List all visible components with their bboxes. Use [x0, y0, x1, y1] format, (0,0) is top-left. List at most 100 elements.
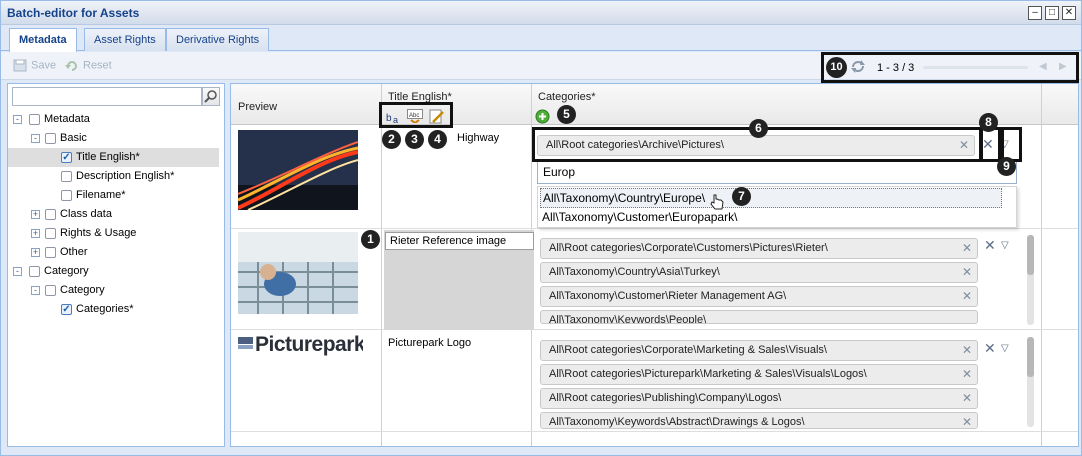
tree-search-input[interactable]: [12, 87, 202, 106]
remove-category-icon[interactable]: ✕: [962, 365, 972, 384]
pager-slider[interactable]: [923, 66, 1028, 69]
save-button[interactable]: Save: [13, 59, 56, 72]
save-icon: [13, 59, 27, 72]
tree-node-rights-usage[interactable]: + Rights & Usage: [8, 224, 219, 243]
category-chip[interactable]: All\Root categories\Publishing\Company\L…: [540, 388, 978, 409]
preview-thumbnail-highway[interactable]: [238, 130, 358, 210]
remove-category-icon[interactable]: ✕: [962, 413, 972, 428]
remove-category-icon[interactable]: ✕: [962, 263, 972, 282]
tree-checkbox[interactable]: [61, 190, 72, 201]
scrollbar-thumb[interactable]: [1027, 337, 1034, 377]
column-divider: [531, 84, 532, 125]
title-cell-row1[interactable]: Highway: [457, 132, 499, 144]
category-chip[interactable]: All\Root categories\Corporate\Marketing …: [540, 340, 978, 361]
window-title: Batch-editor for Assets: [7, 6, 140, 20]
title-input-row2[interactable]: [385, 232, 534, 250]
expand-icon[interactable]: +: [31, 210, 40, 219]
row2-scrollbar[interactable]: [1027, 235, 1034, 325]
reset-button[interactable]: Reset: [65, 59, 112, 72]
callout-2: 2: [382, 130, 401, 149]
suggestion-item[interactable]: All\Taxonomy\Country\Europe\: [540, 188, 1002, 208]
title-tools-highlight: [379, 102, 453, 128]
tree-node-category[interactable]: - Category: [8, 281, 219, 300]
callout-7: 7: [732, 187, 751, 206]
tree-checkbox[interactable]: [61, 171, 72, 182]
category-chip-label: All\Root categories\Publishing\Company\L…: [549, 392, 782, 404]
scrollbar-thumb[interactable]: [1027, 235, 1034, 275]
tree-checkbox[interactable]: [45, 247, 56, 258]
category-chip[interactable]: All\Taxonomy\Customer\Rieter Management …: [540, 286, 978, 307]
tree-node-basic[interactable]: - Basic: [8, 129, 219, 148]
category-chip[interactable]: All\Root categories\Picturepark\Marketin…: [540, 364, 978, 385]
tree-node-other[interactable]: + Other: [8, 243, 219, 262]
pager-prev-icon[interactable]: ◀: [1039, 61, 1047, 72]
category-dropdown-icon[interactable]: ▽: [1001, 240, 1009, 251]
tree-node-filename[interactable]: Filename*: [8, 186, 219, 205]
remove-category-icon[interactable]: ✕: [962, 239, 972, 258]
clear-highlight: [980, 127, 1001, 162]
tree-checkbox[interactable]: [45, 228, 56, 239]
tree-node-label: Class data: [60, 208, 112, 220]
clear-categories-icon[interactable]: ✕: [984, 340, 996, 357]
collapse-icon[interactable]: -: [13, 115, 22, 124]
callout-3: 3: [405, 130, 424, 149]
tab-derivative-rights[interactable]: Derivative Rights: [166, 28, 270, 51]
tree-checkbox[interactable]: [29, 114, 40, 125]
add-category-icon[interactable]: [535, 109, 550, 127]
tree-search-button[interactable]: [202, 87, 220, 106]
tree-checkbox[interactable]: [45, 285, 56, 296]
row-divider: [231, 431, 1078, 432]
collapse-icon[interactable]: -: [31, 134, 40, 143]
callout-8: 8: [979, 113, 998, 132]
row3-scrollbar[interactable]: [1027, 337, 1034, 427]
clear-categories-icon[interactable]: ✕: [984, 237, 996, 254]
picturepark-logo-image[interactable]: Picturepark: [238, 334, 363, 358]
tab-metadata[interactable]: Metadata: [9, 28, 77, 52]
picturepark-logo-text: Picturepark: [255, 334, 363, 356]
suggestion-item[interactable]: All\Taxonomy\Customer\Europapark\: [540, 208, 1002, 228]
expand-icon[interactable]: +: [31, 229, 40, 238]
category-search-input[interactable]: Europ: [537, 161, 1017, 184]
maximize-button[interactable]: □: [1045, 6, 1059, 20]
expand-icon[interactable]: +: [31, 248, 40, 257]
category-chip[interactable]: All\Taxonomy\Keywords\Abstract\Drawings …: [540, 412, 978, 429]
tree-node-category-root[interactable]: - Category: [8, 262, 219, 281]
tree-checkbox[interactable]: [29, 266, 40, 277]
tree-checkbox[interactable]: [45, 209, 56, 220]
remove-category-icon[interactable]: ✕: [962, 389, 972, 408]
reset-icon: [65, 59, 79, 72]
tab-asset-rights[interactable]: Asset Rights: [84, 28, 166, 51]
window-titlebar[interactable]: Batch-editor for Assets – □ ✕: [1, 1, 1081, 25]
collapse-icon[interactable]: -: [13, 267, 22, 276]
category-dropdown-icon[interactable]: ▽: [1001, 343, 1009, 354]
remove-category-icon[interactable]: ✕: [962, 341, 972, 360]
category-chip[interactable]: All\Root categories\Corporate\Customers\…: [540, 238, 978, 259]
tree-node-title-english[interactable]: ✓ Title English*: [8, 148, 219, 167]
column-divider: [381, 125, 382, 446]
minimize-button[interactable]: –: [1028, 6, 1042, 20]
tree-node-label: Categories*: [76, 303, 134, 315]
tree-node-description-english[interactable]: Description English*: [8, 167, 219, 186]
pager-next-icon[interactable]: ▶: [1059, 61, 1067, 72]
column-header-categories[interactable]: Categories*: [538, 91, 595, 103]
column-header-preview[interactable]: Preview: [238, 101, 277, 113]
category-chip[interactable]: All\Taxonomy\Country\Asia\Turkey\ ✕: [540, 262, 978, 283]
tree-checkbox-checked[interactable]: ✓: [61, 304, 72, 315]
tree-checkbox[interactable]: [45, 133, 56, 144]
close-button[interactable]: ✕: [1062, 6, 1076, 20]
preview-thumbnail-rieter[interactable]: [238, 232, 358, 314]
remove-category-icon[interactable]: ✕: [962, 287, 972, 306]
tree-node-metadata[interactable]: - Metadata: [8, 110, 219, 129]
tree-node-categories[interactable]: ✓ Categories*: [8, 300, 219, 319]
category-chip-label: All\Root categories\Corporate\Marketing …: [549, 344, 827, 356]
category-chip[interactable]: All\Taxonomy\Keywords\People\: [540, 310, 978, 324]
title-cell-row3[interactable]: Picturepark Logo: [388, 337, 471, 349]
tree-node-label: Title English*: [76, 151, 140, 163]
collapse-icon[interactable]: -: [31, 286, 40, 295]
category-chip-label: All\Taxonomy\Customer\Rieter Management …: [549, 290, 787, 302]
refresh-icon[interactable]: [850, 59, 866, 77]
callout-4: 4: [428, 130, 447, 149]
tree-node-label: Filename*: [76, 189, 126, 201]
tree-checkbox-checked[interactable]: ✓: [61, 152, 72, 163]
tree-node-class-data[interactable]: + Class data: [8, 205, 219, 224]
